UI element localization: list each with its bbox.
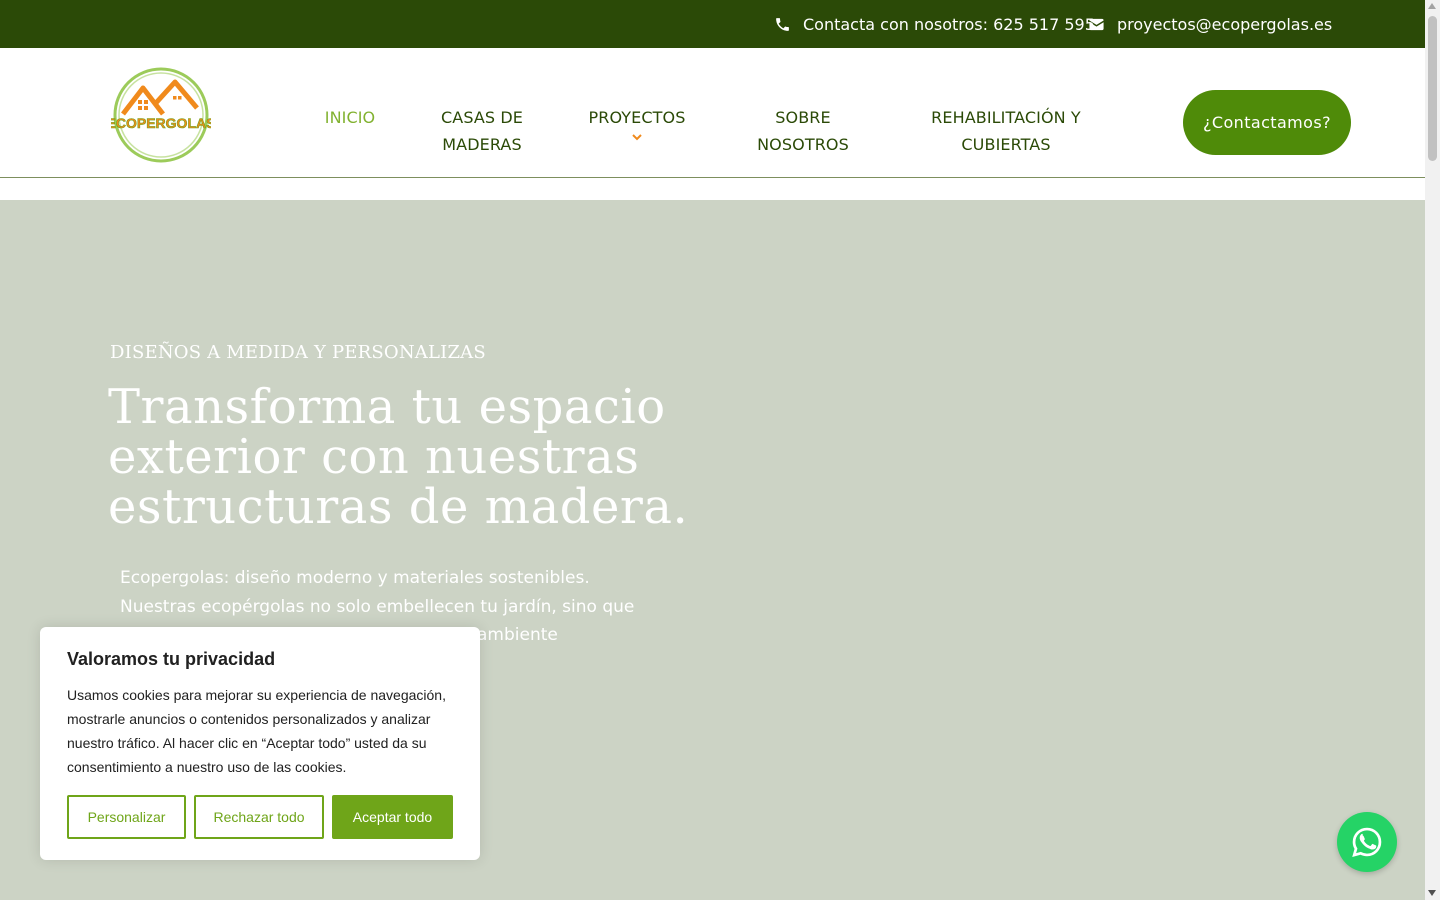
nav-proyectos[interactable]: PROYECTOS	[584, 104, 690, 141]
nav-inicio[interactable]: INICIO	[310, 104, 390, 131]
personalizar-button[interactable]: Personalizar	[67, 795, 186, 839]
cookie-title: Valoramos tu privacidad	[67, 649, 276, 669]
nav-rehabilitacion-cubiertas[interactable]: REHABILITACIÓN Y CUBIERTAS	[916, 104, 1096, 158]
email-contact-link[interactable]: proyectos@ecopergolas.es	[1088, 0, 1332, 48]
scrollbar-thumb[interactable]	[1428, 16, 1437, 161]
page-scrollbar[interactable]	[1425, 0, 1440, 900]
cookie-consent-banner: Valoramos tu privacidad Usamos cookies p…	[40, 627, 480, 860]
chevron-down-icon	[632, 134, 642, 141]
envelope-icon	[1088, 16, 1105, 33]
email-text: proyectos@ecopergolas.es	[1117, 14, 1333, 34]
nav-sobre-nosotros[interactable]: SOBRE NOSOTROS	[746, 104, 860, 158]
logo-text: ECOPERGOLAS	[111, 115, 211, 131]
whatsapp-icon	[1352, 827, 1382, 857]
ecopergolas-logo[interactable]: ECOPERGOLAS	[106, 66, 216, 164]
contactamos-button[interactable]: ¿Contactamos?	[1183, 90, 1351, 155]
phone-contact-link[interactable]: Contacta con nosotros: 625 517 595	[774, 0, 1095, 48]
aceptar-todo-button[interactable]: Aceptar todo	[332, 795, 453, 839]
rechazar-todo-button[interactable]: Rechazar todo	[194, 795, 324, 839]
hero-eyebrow: DISEÑOS A MEDIDA Y PERSONALIZAS	[110, 342, 486, 363]
cookie-text: Usamos cookies para mejorar su experienc…	[67, 687, 446, 775]
site-header: ECOPERGOLAS INICIO CASAS DE MADERAS PROY…	[0, 48, 1425, 178]
nav-casas-de-maderas[interactable]: CASAS DE MADERAS	[426, 104, 538, 158]
phone-text: Contacta con nosotros: 625 517 595	[803, 14, 1095, 34]
scroll-up-arrow[interactable]	[1428, 3, 1436, 9]
top-contact-bar: Contacta con nosotros: 625 517 595 proye…	[0, 0, 1425, 48]
hero-title: Transforma tu espacio exterior con nuest…	[108, 379, 689, 535]
phone-icon	[774, 16, 791, 33]
scroll-down-arrow[interactable]	[1428, 890, 1436, 896]
whatsapp-button[interactable]	[1337, 812, 1397, 872]
